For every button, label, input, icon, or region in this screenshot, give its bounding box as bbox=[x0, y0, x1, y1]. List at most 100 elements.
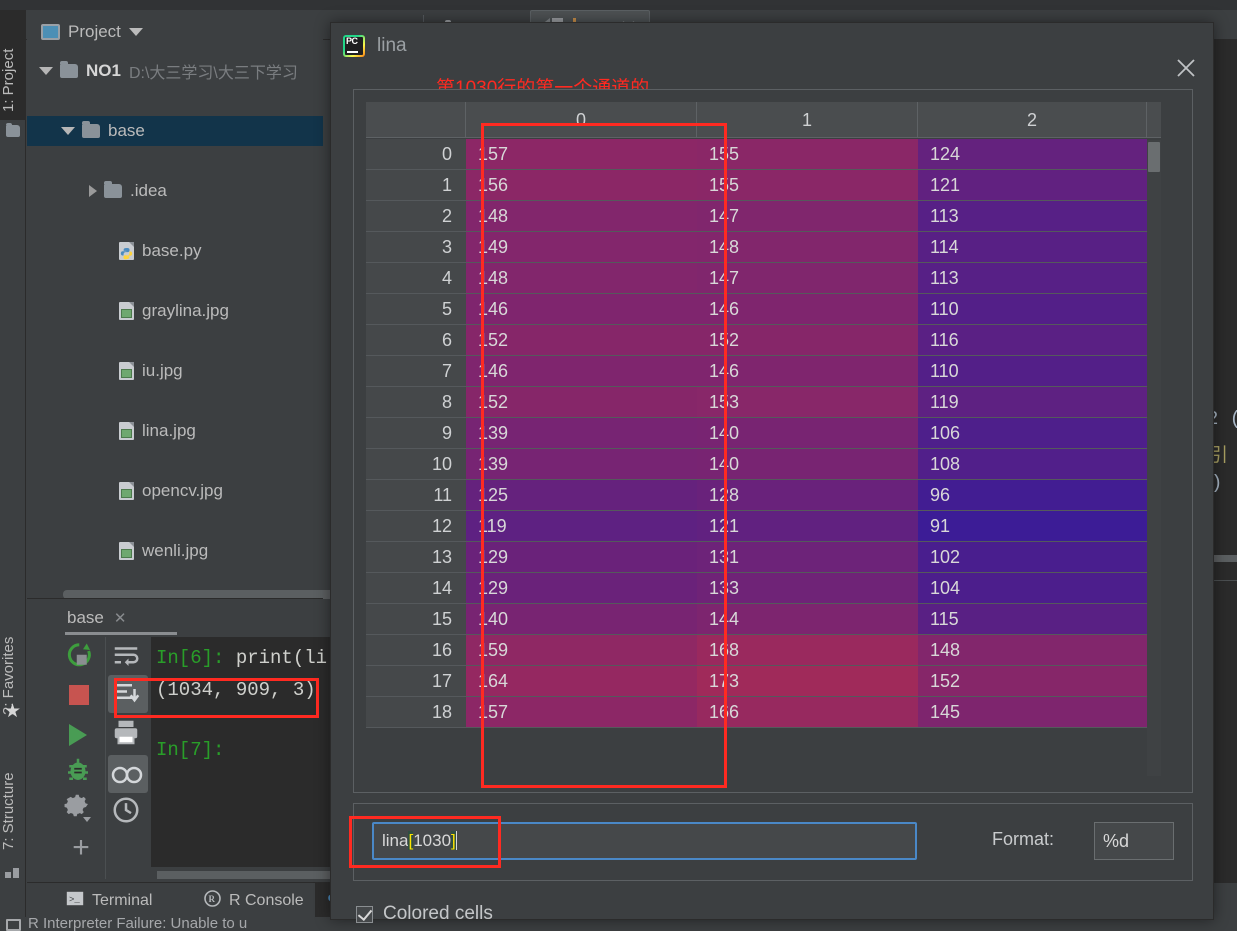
tree-item-wenli-jpg[interactable]: wenli.jpg bbox=[27, 536, 323, 566]
format-input[interactable]: %d bbox=[1094, 822, 1174, 860]
table-cell[interactable]: 146 bbox=[466, 294, 697, 325]
table-cell[interactable]: 148 bbox=[466, 263, 697, 294]
table-cell[interactable]: 133 bbox=[697, 573, 918, 604]
table-cell[interactable]: 125 bbox=[466, 480, 697, 511]
project-panel-header[interactable]: Project bbox=[27, 18, 143, 46]
tree-item-no1[interactable]: NO1 D:\大三学习\大三下学习 bbox=[27, 56, 323, 86]
table-header-col-1[interactable]: 1 bbox=[697, 102, 918, 138]
table-cell[interactable]: 152 bbox=[466, 325, 697, 356]
table-cell[interactable]: 146 bbox=[697, 294, 918, 325]
bottom-tab-terminal[interactable]: >_ Terminal bbox=[54, 883, 164, 918]
use-console-icon[interactable] bbox=[108, 755, 148, 793]
table-cell[interactable]: 147 bbox=[697, 263, 918, 294]
table-cell[interactable]: 116 bbox=[918, 325, 1147, 356]
folder-icon[interactable] bbox=[6, 123, 20, 137]
table-cell[interactable]: 129 bbox=[466, 573, 697, 604]
console-horizontal-scrollbar[interactable] bbox=[157, 871, 350, 879]
table-header-col-2[interactable]: 2 bbox=[918, 102, 1147, 138]
table-cell[interactable]: 168 bbox=[697, 635, 918, 666]
table-cell[interactable]: 157 bbox=[466, 697, 697, 728]
table-cell[interactable]: 139 bbox=[466, 449, 697, 480]
settings-icon[interactable] bbox=[63, 793, 99, 829]
tree-item-lina-jpg[interactable]: lina.jpg bbox=[27, 416, 323, 446]
table-cell[interactable]: 96 bbox=[918, 480, 1147, 511]
table-cell[interactable]: 110 bbox=[918, 294, 1147, 325]
table-cell[interactable]: 119 bbox=[918, 387, 1147, 418]
sidebar-item-structure[interactable]: 7: Structure bbox=[0, 728, 26, 858]
table-cell[interactable]: 152 bbox=[918, 666, 1147, 697]
table-cell[interactable]: 148 bbox=[697, 232, 918, 263]
table-cell[interactable]: 148 bbox=[918, 635, 1147, 666]
table-cell[interactable]: 164 bbox=[466, 666, 697, 697]
tree-item-graylina-jpg[interactable]: graylina.jpg bbox=[27, 296, 323, 326]
module-icon[interactable] bbox=[5, 865, 20, 878]
table-cell[interactable]: 152 bbox=[697, 325, 918, 356]
chevron-down-icon[interactable] bbox=[61, 127, 75, 135]
bottom-tab-r-console[interactable]: R R Console bbox=[192, 883, 316, 918]
table-cell[interactable]: 119 bbox=[466, 511, 697, 542]
table-cell[interactable]: 114 bbox=[918, 232, 1147, 263]
expression-input[interactable]: lina[1030] bbox=[372, 822, 917, 860]
table-cell[interactable]: 159 bbox=[466, 635, 697, 666]
star-icon[interactable]: ★ bbox=[4, 700, 21, 723]
table-cell[interactable]: 157 bbox=[466, 139, 697, 170]
tree-item-opencv-jpg[interactable]: opencv.jpg bbox=[27, 476, 323, 506]
table-cell[interactable]: 147 bbox=[697, 201, 918, 232]
table-cell[interactable]: 115 bbox=[918, 604, 1147, 635]
print-icon[interactable] bbox=[111, 717, 147, 753]
table-cell[interactable]: 152 bbox=[466, 387, 697, 418]
history-icon[interactable] bbox=[111, 795, 147, 831]
table-cell[interactable]: 156 bbox=[466, 170, 697, 201]
table-cell[interactable]: 128 bbox=[697, 480, 918, 511]
table-cell[interactable]: 131 bbox=[697, 542, 918, 573]
tree-item-base-py[interactable]: base.py bbox=[27, 236, 323, 266]
table-cell[interactable]: 124 bbox=[918, 139, 1147, 170]
table-cell[interactable]: 110 bbox=[918, 356, 1147, 387]
table-cell[interactable]: 146 bbox=[697, 356, 918, 387]
table-cell[interactable]: 140 bbox=[466, 604, 697, 635]
table-cell[interactable]: 155 bbox=[697, 139, 918, 170]
close-icon[interactable] bbox=[1175, 57, 1197, 79]
tree-item-iu-jpg[interactable]: iu.jpg bbox=[27, 356, 323, 386]
debug-icon[interactable] bbox=[63, 755, 99, 791]
table-cell[interactable]: 149 bbox=[466, 232, 697, 263]
table-cell[interactable]: 121 bbox=[697, 511, 918, 542]
table-cell[interactable]: 166 bbox=[697, 697, 918, 728]
table-cell[interactable]: 121 bbox=[918, 170, 1147, 201]
table-header-col-0[interactable]: 0 bbox=[466, 102, 697, 138]
table-cell[interactable]: 140 bbox=[697, 449, 918, 480]
table-cell[interactable]: 113 bbox=[918, 201, 1147, 232]
table-scrollbar-thumb[interactable] bbox=[1148, 142, 1160, 172]
console-output[interactable]: In[6]: print(li (1034, 909, 3) In[7]: bbox=[151, 637, 350, 867]
table-cell[interactable]: 155 bbox=[697, 170, 918, 201]
table-cell[interactable]: 144 bbox=[697, 604, 918, 635]
table-cell[interactable]: 108 bbox=[918, 449, 1147, 480]
table-cell[interactable]: 148 bbox=[466, 201, 697, 232]
table-cell[interactable]: 129 bbox=[466, 542, 697, 573]
table-cell[interactable]: 113 bbox=[918, 263, 1147, 294]
tree-item-base[interactable]: base bbox=[27, 116, 323, 146]
table-cell[interactable]: 91 bbox=[918, 511, 1147, 542]
table-cell[interactable]: 104 bbox=[918, 573, 1147, 604]
array-table[interactable]: 0 1 2 0 157 155 124 1 156 155 121 2 148 147 113 3 149… bbox=[366, 102, 1161, 778]
add-icon[interactable]: + bbox=[63, 833, 99, 869]
run-icon[interactable] bbox=[63, 717, 99, 753]
close-icon[interactable]: ✕ bbox=[114, 609, 127, 627]
sidebar-item-project[interactable]: 1: Project bbox=[0, 10, 26, 120]
colored-cells-row[interactable]: Colored cells bbox=[356, 903, 493, 925]
table-vertical-scrollbar[interactable] bbox=[1147, 140, 1161, 776]
soft-wrap-icon[interactable] bbox=[111, 641, 147, 677]
tree-item-idea[interactable]: .idea bbox=[27, 176, 323, 206]
table-cell[interactable]: 153 bbox=[697, 387, 918, 418]
colored-cells-checkbox[interactable] bbox=[356, 905, 373, 923]
notification-icon[interactable] bbox=[6, 919, 21, 931]
table-cell[interactable]: 102 bbox=[918, 542, 1147, 573]
stop-icon[interactable] bbox=[63, 679, 99, 715]
scroll-to-end-icon[interactable] bbox=[108, 675, 148, 713]
table-cell[interactable]: 146 bbox=[466, 356, 697, 387]
chevron-right-icon[interactable] bbox=[89, 185, 97, 197]
chevron-down-icon[interactable] bbox=[39, 67, 53, 75]
rerun-icon[interactable] bbox=[63, 641, 99, 677]
console-tab-base[interactable]: base ✕ bbox=[67, 603, 126, 633]
table-cell[interactable]: 139 bbox=[466, 418, 697, 449]
